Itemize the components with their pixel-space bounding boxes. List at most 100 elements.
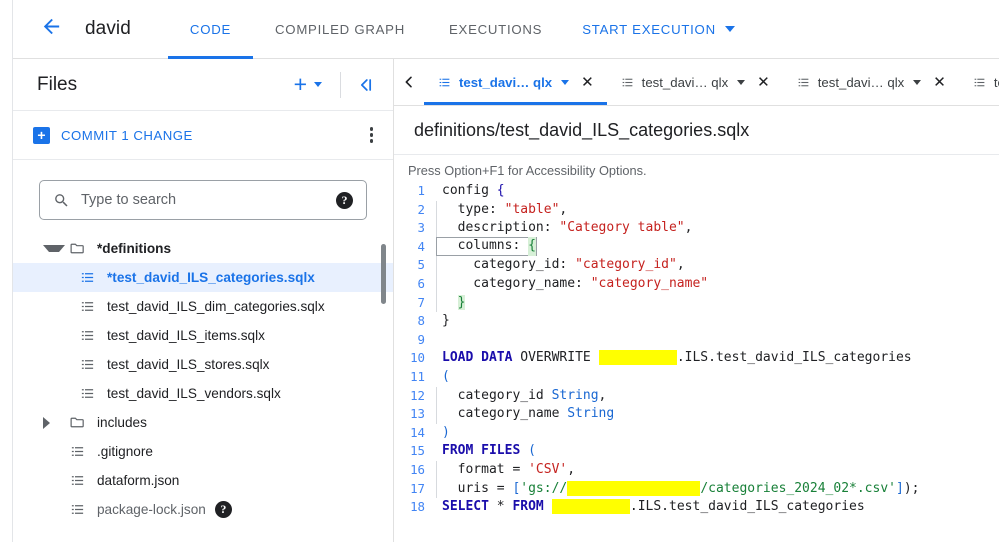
tree-file-dataform-json[interactable]: dataform.json xyxy=(13,466,393,495)
editor-tab-1[interactable]: test_davi… qlx ✕ xyxy=(607,59,783,105)
line-number: 15 xyxy=(410,443,425,459)
sqlx-file-icon xyxy=(75,328,99,343)
collapse-panel-icon xyxy=(360,78,372,91)
tree-file-package-lock-json[interactable]: package-lock.json ? xyxy=(13,495,393,524)
page-title: david xyxy=(85,18,131,39)
expand-toggle[interactable] xyxy=(43,245,65,252)
close-icon[interactable]: ✕ xyxy=(757,73,770,91)
code-line-text[interactable]: description: "Category table", xyxy=(436,219,692,238)
line-number: 17 xyxy=(410,480,425,496)
code-line-1[interactable]: 1 config { xyxy=(394,182,999,201)
editor-tab-strip: test_davi… qlx ✕ test_davi… qlx ✕ test_d… xyxy=(394,59,999,106)
code-line-3[interactable]: 3 description: "Category table", xyxy=(394,219,999,238)
tree-file-test-david-ils-dim-categories[interactable]: test_david_ILS_dim_categories.sqlx xyxy=(13,292,393,321)
tree-folder-definitions[interactable]: *definitions xyxy=(13,234,393,263)
search-box[interactable]: ? xyxy=(39,180,367,220)
tab-code[interactable]: CODE xyxy=(167,0,254,59)
code-line-text[interactable]: } xyxy=(436,293,466,313)
code-line-5[interactable]: 5 category_id: "category_id", xyxy=(394,256,999,275)
code-line-6[interactable]: 6 category_name: "category_name" xyxy=(394,274,999,294)
commit-button[interactable]: COMMIT 1 CHANGE xyxy=(61,128,364,143)
editor-tab-3[interactable]: test_dav xyxy=(959,59,999,105)
code-line-text[interactable]: category_id String, xyxy=(436,386,606,406)
editor-tab-label: test_davi… qlx xyxy=(817,74,905,90)
collapse-panel-button[interactable] xyxy=(351,70,381,100)
help-icon[interactable]: ? xyxy=(336,191,353,209)
dataform-workspace: david CODE COMPILED GRAPH EXECUTIONS STA… xyxy=(0,0,999,542)
folder-icon xyxy=(65,240,89,257)
code-editor[interactable]: 1 config { 2 type: "table", 3 descriptio… xyxy=(394,182,999,542)
tree-file-test-david-ils-stores[interactable]: test_david_ILS_stores.sqlx xyxy=(13,350,393,379)
code-line-text[interactable]: SELECT * FROM __________.ILS.test_david_… xyxy=(436,498,865,517)
kebab-menu-icon[interactable] xyxy=(364,121,380,149)
code-line-9[interactable]: 9 xyxy=(394,331,999,350)
app-header: david CODE COMPILED GRAPH EXECUTIONS STA… xyxy=(13,0,999,59)
editor-tab-label: test_dav xyxy=(993,74,999,90)
tree-file-test-david-ils-items[interactable]: test_david_ILS_items.sqlx xyxy=(13,321,393,350)
tree-file-gitignore[interactable]: .gitignore xyxy=(13,437,393,466)
tab-scroll-left-button[interactable] xyxy=(394,59,424,105)
file-icon xyxy=(620,76,635,89)
chevron-down-icon xyxy=(314,82,322,87)
tree-folder-includes[interactable]: includes xyxy=(13,408,393,437)
back-button[interactable] xyxy=(31,9,71,49)
code-line-14[interactable]: 14 ) xyxy=(394,424,999,443)
code-line-7[interactable]: 7 } xyxy=(394,293,999,313)
chevron-down-icon[interactable] xyxy=(561,79,570,85)
code-line-11[interactable]: 11 ( xyxy=(394,368,999,387)
start-execution-button[interactable]: START EXECUTION xyxy=(564,0,753,59)
line-number: 8 xyxy=(417,313,425,329)
line-number: 18 xyxy=(410,499,425,515)
code-line-4[interactable]: 4 columns: { xyxy=(394,237,999,257)
code-line-17[interactable]: 17 uris = ['gs://_________________/categ… xyxy=(394,479,999,499)
code-line-10[interactable]: 10 LOAD DATA OVERWRITE __________.ILS.te… xyxy=(394,349,999,368)
tab-executions[interactable]: EXECUTIONS xyxy=(427,0,564,59)
tree-item-label: *definitions xyxy=(97,241,172,256)
code-line-text[interactable] xyxy=(436,331,450,350)
code-line-text[interactable]: ) xyxy=(436,424,450,443)
tree-file-test-david-ils-vendors[interactable]: test_david_ILS_vendors.sqlx xyxy=(13,379,393,408)
chevron-down-icon xyxy=(724,26,735,32)
tree-item-label: package-lock.json xyxy=(97,502,206,517)
line-number: 7 xyxy=(417,294,425,310)
code-line-18[interactable]: 18 SELECT * FROM __________.ILS.test_dav… xyxy=(394,498,999,517)
chevron-down-icon[interactable] xyxy=(737,79,746,85)
code-line-text[interactable]: category_name String xyxy=(436,405,614,424)
code-line-text[interactable]: ( xyxy=(436,368,450,387)
code-line-16[interactable]: 16 format = 'CSV', xyxy=(394,460,999,480)
chevron-down-icon[interactable] xyxy=(913,79,922,85)
search-container: ? xyxy=(13,160,393,220)
code-line-8[interactable]: 8 } xyxy=(394,312,999,331)
editor-tab-0[interactable]: test_davi… qlx ✕ xyxy=(424,59,607,105)
tab-compiled-graph[interactable]: COMPILED GRAPH xyxy=(253,0,427,59)
code-line-text[interactable]: category_id: "category_id", xyxy=(436,256,685,275)
chevron-left-icon xyxy=(405,76,412,88)
code-line-15[interactable]: 15 FROM FILES ( xyxy=(394,442,999,461)
expand-toggle[interactable] xyxy=(43,416,65,429)
search-input[interactable] xyxy=(81,192,325,208)
code-line-text[interactable]: LOAD DATA OVERWRITE __________.ILS.test_… xyxy=(436,349,912,368)
redaction-block: __________ xyxy=(551,499,630,515)
code-line-text[interactable]: FROM FILES ( xyxy=(436,442,536,461)
close-icon[interactable]: ✕ xyxy=(581,73,594,91)
line-number: 4 xyxy=(417,238,425,254)
sqlx-file-icon xyxy=(65,502,89,517)
file-tree-scrollbar[interactable] xyxy=(381,244,386,304)
code-line-text[interactable]: uris = ['gs://_________________/categori… xyxy=(436,479,919,499)
code-line-2[interactable]: 2 type: "table", xyxy=(394,200,999,220)
code-line-text[interactable]: format = 'CSV', xyxy=(436,460,575,480)
tree-item-label: .gitignore xyxy=(97,444,153,459)
code-line-text[interactable]: config { xyxy=(436,182,505,201)
code-line-text[interactable]: } xyxy=(436,312,450,331)
code-line-text[interactable]: type: "table", xyxy=(436,200,567,220)
code-line-text[interactable]: columns: { xyxy=(436,237,537,257)
tree-file-test-david-ils-categories[interactable]: *test_david_ILS_categories.sqlx xyxy=(13,263,393,292)
tree-item-label: test_david_ILS_vendors.sqlx xyxy=(107,386,281,401)
add-file-button[interactable]: + xyxy=(286,73,330,96)
code-line-13[interactable]: 13 category_name String xyxy=(394,405,999,424)
code-line-12[interactable]: 12 category_id String, xyxy=(394,386,999,406)
code-line-text[interactable]: category_name: "category_name" xyxy=(436,274,708,294)
editor-tab-2[interactable]: test_davi… qlx ✕ xyxy=(783,59,959,105)
help-icon[interactable]: ? xyxy=(214,501,232,518)
close-icon[interactable]: ✕ xyxy=(933,73,946,91)
